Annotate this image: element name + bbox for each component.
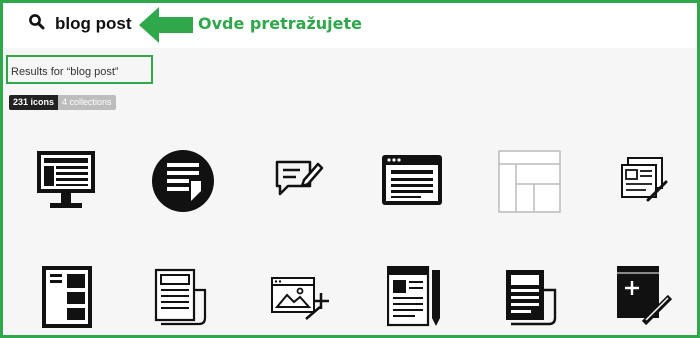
newspaper-circle-icon[interactable] — [151, 149, 215, 213]
tab-collections[interactable]: 4 collections — [58, 95, 116, 110]
layout-wireframe-icon[interactable] — [498, 150, 562, 214]
results-highlight-box: Results for “blog post” — [6, 55, 153, 84]
search-icon[interactable] — [28, 13, 46, 31]
tab-icons[interactable]: 231 icons — [9, 95, 59, 110]
newspaper-solid-icon[interactable] — [503, 268, 559, 326]
browser-window-icon[interactable] — [381, 154, 445, 208]
screenshot-frame: Ovde pretražujete Results for “blog post… — [0, 0, 700, 338]
chat-edit-icon[interactable] — [274, 158, 324, 202]
document-pen-icon[interactable] — [387, 266, 445, 328]
newsletter-pages-icon[interactable] — [618, 156, 670, 204]
results-label: Results for “blog post” — [11, 66, 119, 78]
mobile-layout-icon[interactable] — [41, 265, 95, 329]
web-image-add-icon[interactable] — [270, 275, 332, 321]
annotation-arrow — [139, 7, 193, 43]
result-type-tabs: 231 icons 4 collections — [9, 95, 116, 110]
desktop-monitor-icon[interactable] — [36, 150, 98, 212]
add-post-pencil-icon[interactable] — [616, 265, 676, 327]
annotation-text: Ovde pretražujete — [198, 14, 362, 33]
newspaper-icon[interactable] — [153, 268, 209, 326]
